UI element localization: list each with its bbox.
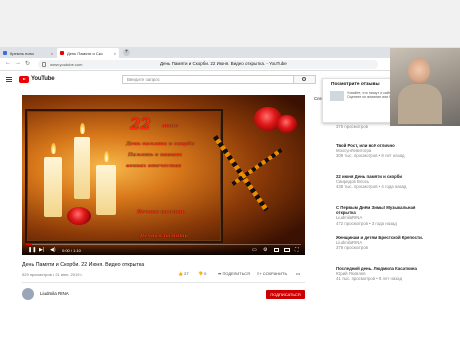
popup-thumbnail bbox=[330, 91, 344, 101]
video-overlay-22: 22 bbox=[130, 115, 151, 133]
dislike-button[interactable]: 👎 0 bbox=[198, 271, 206, 276]
flame-icon bbox=[104, 151, 109, 162]
window-title: День Памяти и Скорби. 22 Июня. Видео отк… bbox=[160, 61, 287, 66]
back-icon[interactable]: ← bbox=[5, 60, 11, 66]
person-face bbox=[408, 58, 430, 84]
video-overlay-word: июня bbox=[162, 123, 179, 129]
like-count: 27 bbox=[184, 271, 189, 276]
up-next-label: Сле bbox=[314, 96, 322, 101]
play-icon[interactable]: ❚❚ bbox=[28, 247, 36, 253]
tab-label: Кремль ново bbox=[10, 50, 34, 56]
video-title: День Памяти и Скорби. 22 Июня. Видео отк… bbox=[22, 262, 145, 268]
dislike-count: 0 bbox=[204, 271, 207, 276]
divider bbox=[22, 282, 305, 283]
video-line-1: День памяти и скорби bbox=[126, 141, 195, 147]
close-tab-icon[interactable]: × bbox=[51, 51, 53, 56]
flame-icon bbox=[80, 123, 85, 134]
like-button[interactable]: 👍 27 bbox=[178, 271, 189, 276]
tab-label: День Памяти и Ско bbox=[67, 50, 103, 56]
webcam-overlay bbox=[390, 48, 460, 126]
candle-left bbox=[44, 157, 62, 217]
youtube-logo-icon[interactable] bbox=[19, 76, 29, 83]
search-input[interactable]: Введите запрос bbox=[122, 75, 294, 84]
seek-bar[interactable] bbox=[26, 244, 301, 245]
list-item[interactable]: Женщинам и детям Брестской Крепости. Liu… bbox=[336, 235, 436, 251]
youtube-logo-text[interactable]: YouTube bbox=[31, 76, 55, 82]
search-button[interactable] bbox=[294, 75, 316, 84]
rose-icon bbox=[277, 115, 297, 133]
share-button[interactable]: ➦ ПОДЕЛИТЬСЯ bbox=[218, 271, 250, 276]
fullscreen-icon[interactable]: ⛶ bbox=[295, 247, 299, 253]
lock-icon bbox=[42, 62, 46, 67]
new-tab-button[interactable]: + bbox=[123, 49, 130, 56]
view-count: 529 просмотров • 21 июн. 2019 г. bbox=[22, 272, 83, 277]
seek-bar-fill bbox=[26, 244, 32, 245]
menu-icon[interactable] bbox=[6, 77, 12, 82]
candle-right bbox=[96, 165, 116, 215]
video-line-4: Вечная память bbox=[137, 209, 185, 215]
tab-kremlin[interactable]: Кремль ново × bbox=[0, 48, 56, 58]
player-controls: ❚❚ ▶| ◀) 0:00 / 1:10 ▭ ⚙ ⛶ bbox=[22, 243, 305, 255]
list-item[interactable]: С Первым Днём Зимы! Музыкальная открытка… bbox=[336, 205, 436, 226]
popup-heading: Посмотрите отзывы bbox=[331, 82, 380, 87]
screen: Кремль ново × День Памяти и Ско × + ← → … bbox=[0, 0, 460, 345]
subscribe-button[interactable]: ПОДПИСАТЬСЯ bbox=[266, 290, 305, 299]
close-tab-icon[interactable]: × bbox=[114, 51, 116, 56]
person-body bbox=[398, 84, 442, 124]
youtube-favicon-icon bbox=[60, 51, 64, 55]
share-label: ПОДЕЛИТЬСЯ bbox=[222, 271, 251, 276]
tab-favicon-icon bbox=[3, 51, 7, 55]
list-item[interactable]: 22 июня День памяти и скорби Свиридов Вл… bbox=[336, 174, 436, 190]
save-label: СОХРАНИТЬ bbox=[262, 271, 288, 276]
forward-icon[interactable]: → bbox=[15, 60, 21, 66]
flame-icon bbox=[51, 143, 56, 154]
subtitles-icon[interactable]: ▭ bbox=[252, 247, 257, 253]
tab-youtube[interactable]: День Памяти и Ско × bbox=[57, 48, 119, 58]
search-icon bbox=[302, 77, 306, 81]
time-display: 0:00 / 1:10 bbox=[62, 247, 81, 253]
list-item[interactable]: Твой Рост, или всё отлично МохсунЛевитог… bbox=[336, 143, 436, 159]
next-icon[interactable]: ▶| bbox=[39, 247, 44, 253]
more-actions-icon[interactable]: ••• bbox=[296, 271, 300, 276]
channel-name[interactable]: Liudmila RINA bbox=[40, 291, 69, 296]
avatar[interactable] bbox=[22, 288, 34, 300]
volume-icon[interactable]: ◀) bbox=[50, 247, 56, 253]
rose-icon bbox=[67, 207, 91, 225]
video-line-5: Вечная память bbox=[140, 233, 188, 239]
save-button[interactable]: ≡+ СОХРАНИТЬ bbox=[257, 271, 287, 276]
settings-icon[interactable]: ⚙ bbox=[263, 247, 267, 253]
video-line-2: Память о павших bbox=[128, 152, 183, 158]
video-player[interactable]: 22 июня День памяти и скорби Память о па… bbox=[22, 95, 305, 255]
theater-mode-icon[interactable] bbox=[284, 248, 290, 252]
youtube-main: YouTube Введите запрос 22 июня День памя… bbox=[0, 71, 318, 345]
video-line-3: воинах отечества bbox=[126, 163, 182, 169]
candle-middle bbox=[74, 137, 90, 199]
masthead: YouTube Введите запрос bbox=[0, 71, 318, 88]
list-item[interactable]: Последний день. Людмила Касаткина Юрий Я… bbox=[336, 266, 436, 282]
miniplayer-icon[interactable] bbox=[274, 248, 279, 252]
reload-icon[interactable]: ↻ bbox=[25, 60, 30, 67]
